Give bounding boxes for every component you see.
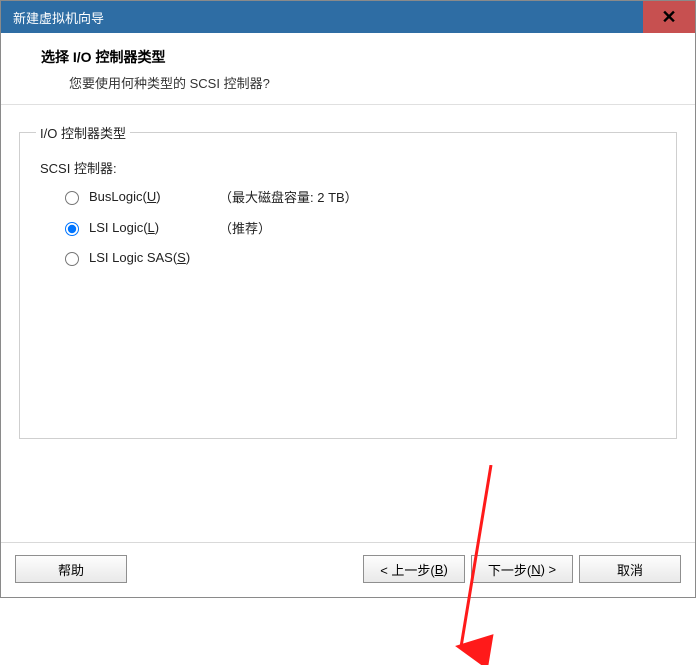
cancel-button[interactable]: 取消 — [579, 555, 681, 583]
radio-label-lsilogic-sas: LSI Logic SAS(S) — [89, 250, 219, 265]
radio-buslogic[interactable]: BusLogic(U) （最大磁盘容量: 2 TB） — [60, 187, 660, 206]
wizard-window: 新建虚拟机向导 ✕ 选择 I/O 控制器类型 您要使用何种类型的 SCSI 控制… — [0, 0, 696, 598]
scsi-controller-label: SCSI 控制器: — [40, 158, 660, 177]
titlebar: 新建虚拟机向导 ✕ — [1, 1, 695, 33]
radio-lsilogic-sas[interactable]: LSI Logic SAS(S) — [60, 249, 660, 266]
wizard-body: I/O 控制器类型 SCSI 控制器: BusLogic(U) （最大磁盘容量:… — [1, 105, 695, 542]
radio-input-lsilogic-sas[interactable] — [65, 252, 79, 266]
page-subtitle: 您要使用何种类型的 SCSI 控制器? — [41, 73, 685, 92]
radio-label-buslogic: BusLogic(U) — [89, 189, 219, 204]
radio-hint-buslogic: （最大磁盘容量: 2 TB） — [219, 187, 358, 206]
next-button[interactable]: 下一步(N) > — [471, 555, 573, 583]
help-button[interactable]: 帮助 — [15, 555, 127, 583]
io-controller-group: I/O 控制器类型 SCSI 控制器: BusLogic(U) （最大磁盘容量:… — [19, 123, 677, 439]
radio-label-lsilogic: LSI Logic(L) — [89, 220, 219, 235]
close-button[interactable]: ✕ — [643, 1, 695, 33]
close-icon: ✕ — [661, 7, 676, 28]
window-title: 新建虚拟机向导 — [1, 8, 104, 27]
group-legend: I/O 控制器类型 — [36, 123, 130, 142]
wizard-header: 选择 I/O 控制器类型 您要使用何种类型的 SCSI 控制器? — [1, 33, 695, 105]
radio-lsilogic[interactable]: LSI Logic(L) （推荐） — [60, 218, 660, 237]
radio-hint-lsilogic: （推荐） — [219, 218, 271, 237]
radio-input-buslogic[interactable] — [65, 191, 79, 205]
back-button[interactable]: < 上一步(B) — [363, 555, 465, 583]
wizard-footer: 帮助 < 上一步(B) 下一步(N) > 取消 — [1, 542, 695, 597]
radio-input-lsilogic[interactable] — [65, 222, 79, 236]
page-title: 选择 I/O 控制器类型 — [41, 47, 685, 67]
